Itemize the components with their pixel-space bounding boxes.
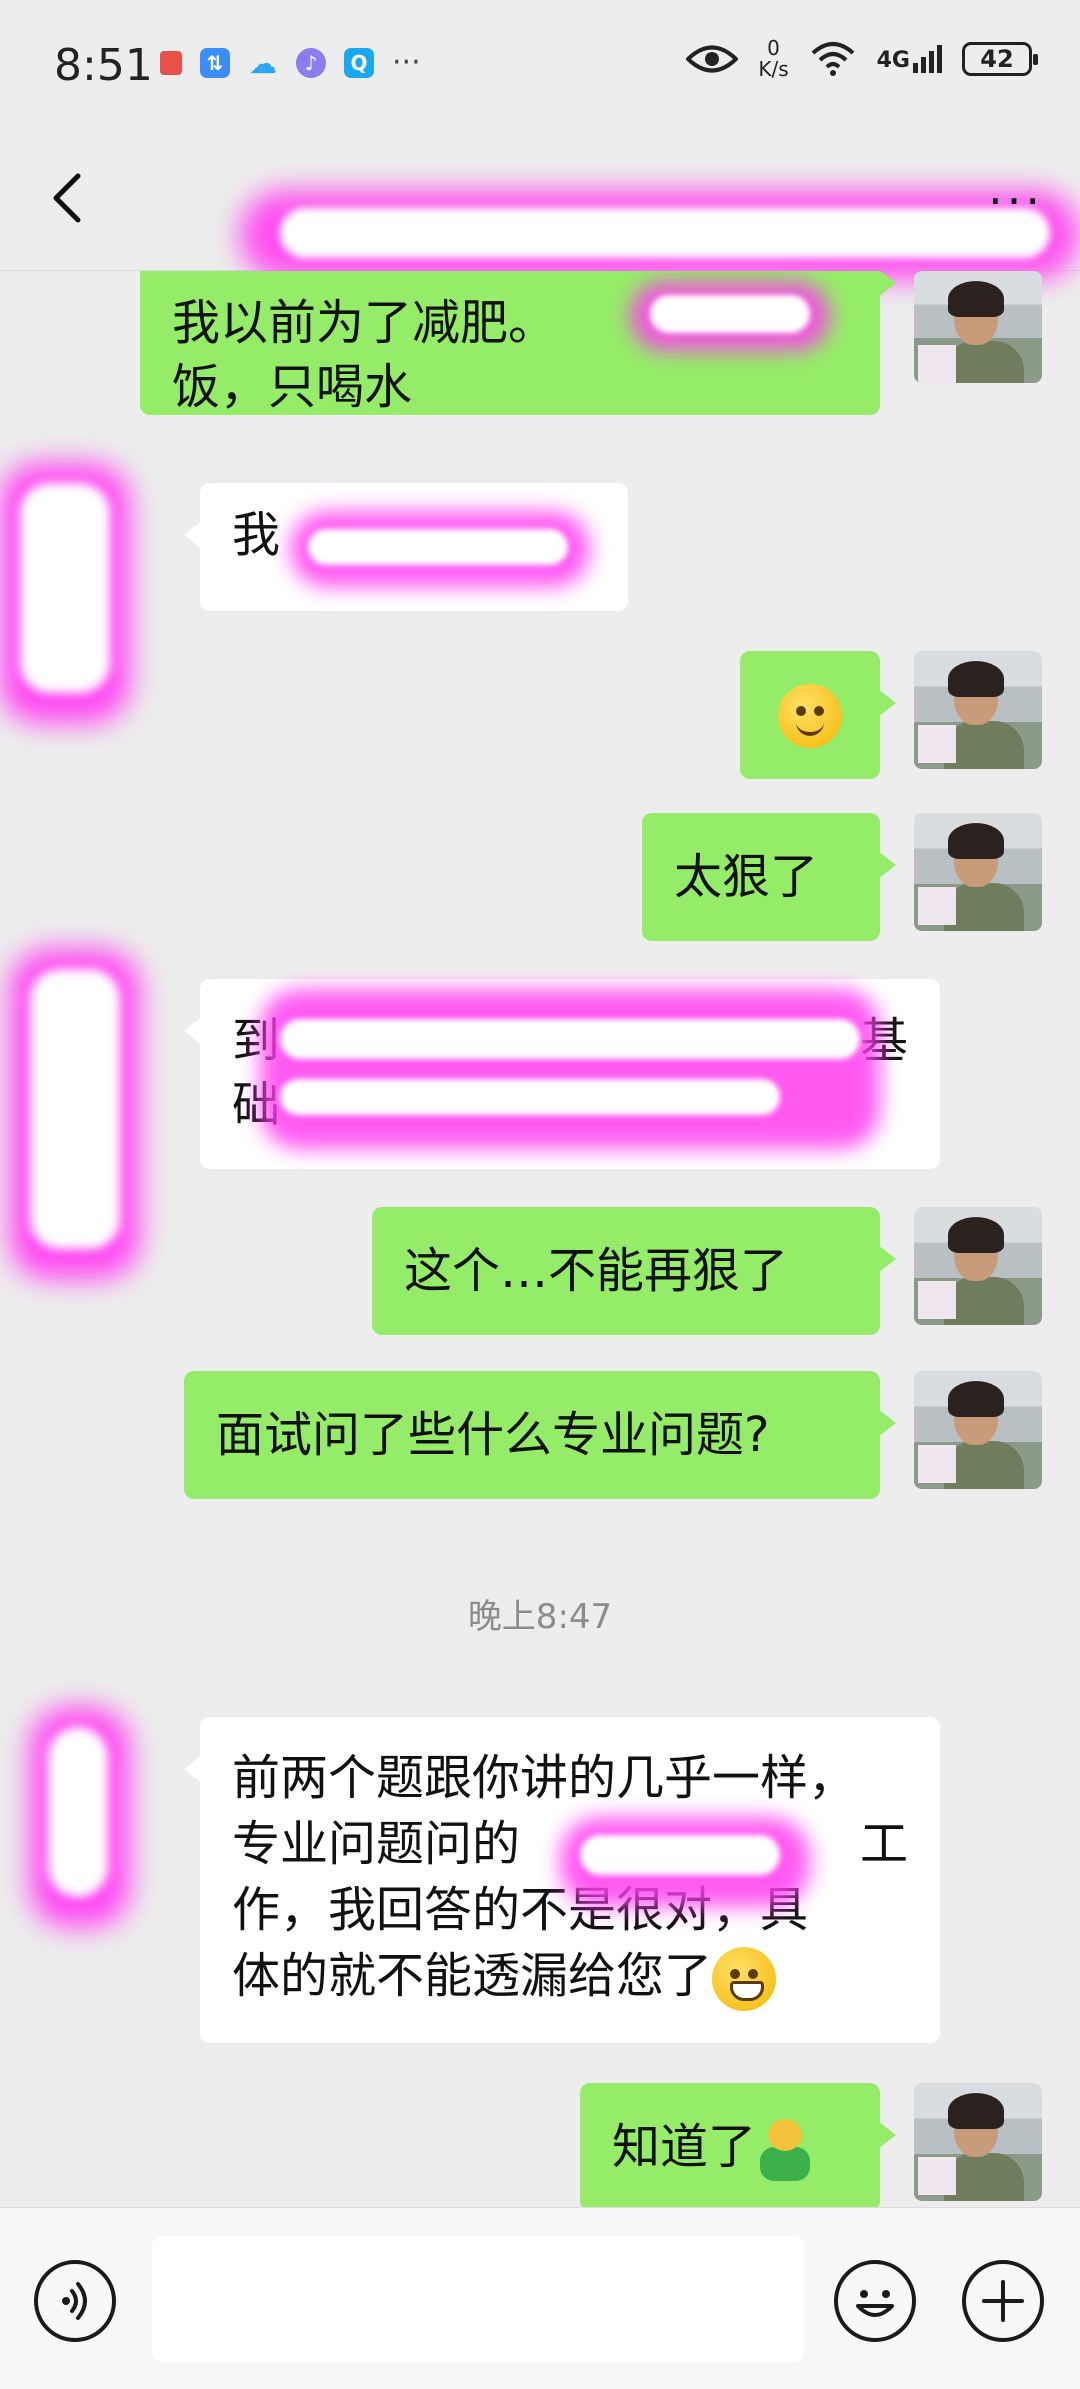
contact-avatar[interactable] xyxy=(30,1707,164,1927)
message-bubble[interactable]: 前两个题跟你讲的几乎一样， 专业问题问的 工 作，我回答的不是很对，具 体的就不… xyxy=(184,1717,940,2043)
redaction-mark-core xyxy=(580,1835,780,1875)
message-bubble[interactable]: 这个…不能再狠了 xyxy=(372,1207,896,1335)
redaction-mark-core xyxy=(308,529,568,565)
battery-icon: 42 xyxy=(962,42,1038,76)
cloud-icon: ☁ xyxy=(249,46,277,80)
message-bubble[interactable]: 面试问了些什么专业问题? xyxy=(184,1371,896,1499)
message-text: 我 xyxy=(232,507,281,563)
message-line-2: 专业问题问的 xyxy=(232,1816,521,1872)
message-row: 我 xyxy=(0,463,1080,723)
message-bubble[interactable] xyxy=(740,651,896,779)
redaction-mark-core xyxy=(650,295,810,333)
eye-icon xyxy=(686,45,739,73)
net-speed: 0 K/s xyxy=(758,38,788,80)
message-text: 面试问了些什么专业问题? xyxy=(216,1407,770,1463)
plus-icon[interactable] xyxy=(962,2260,1044,2342)
more-notifications-icon: ··· xyxy=(392,45,421,80)
redaction-mark xyxy=(260,989,880,1149)
network-type: 4G xyxy=(876,48,910,73)
message-bubble[interactable]: 太狠了 xyxy=(642,813,896,941)
red-app-icon xyxy=(160,51,182,75)
search-app-icon: Q xyxy=(344,48,374,78)
redaction-mark-core xyxy=(48,1727,108,1897)
input-bar xyxy=(0,2207,1080,2389)
more-icon[interactable]: ··· xyxy=(988,174,1044,228)
message-bubble[interactable]: 到 基 础 xyxy=(184,979,940,1169)
message-row: 我以前为了减肥。 饭，只喝水 xyxy=(0,271,1080,421)
message-bubble[interactable]: 我 xyxy=(184,483,628,611)
message-text: 这个…不能再狠了 xyxy=(404,1243,789,1299)
smile-emoji-icon xyxy=(778,684,842,748)
timestamp: 晚上8:47 xyxy=(467,1597,613,1637)
my-avatar[interactable] xyxy=(914,1207,1042,1325)
contact-avatar[interactable] xyxy=(10,949,164,1279)
my-avatar[interactable] xyxy=(914,651,1042,769)
transfer-app-icon: ⇅ xyxy=(200,48,230,78)
message-bubble[interactable]: 我以前为了减肥。 饭，只喝水 xyxy=(140,271,896,415)
message-input[interactable] xyxy=(152,2236,804,2362)
chat-header: ··· xyxy=(0,130,1080,280)
message-line-4: 体的就不能透漏给您了 xyxy=(232,1948,713,2004)
message-row xyxy=(0,651,1080,781)
message-text: 太狠了 xyxy=(674,849,819,905)
message-row: 知道了 xyxy=(0,2083,1080,2207)
signal-icon: 4G xyxy=(877,45,942,73)
status-time: 8:51 xyxy=(54,40,153,91)
message-row: 前两个题跟你讲的几乎一样， 专业问题问的 工 作，我回答的不是很对，具 体的就不… xyxy=(0,1707,1080,2047)
message-row: 面试问了些什么专业问题? xyxy=(0,1371,1080,1501)
message-row: 到 基 础 xyxy=(0,949,1080,1279)
message-line-2-end: 工 xyxy=(859,1816,908,1872)
status-right: 0 K/s 4G 42 xyxy=(686,38,1038,80)
wifi-icon xyxy=(811,42,854,76)
net-speed-unit: K/s xyxy=(758,57,789,81)
message-row: 这个…不能再狠了 xyxy=(0,1207,1080,1337)
grin-emoji-icon xyxy=(712,1947,777,2011)
net-speed-value: 0 xyxy=(767,36,780,60)
my-avatar[interactable] xyxy=(914,2083,1042,2201)
hug-emoji-icon xyxy=(756,2119,814,2181)
voice-icon[interactable] xyxy=(34,2260,116,2342)
chat-title xyxy=(130,170,1080,280)
message-list[interactable]: 我以前为了减肥。 饭，只喝水 我 太狠了 到 基 础 这个…不能再狠了 面试问了… xyxy=(0,271,1080,2207)
message-line-1: 前两个题跟你讲的几乎一样， xyxy=(232,1750,857,1806)
message-row: 太狠了 xyxy=(0,813,1080,943)
redaction-mark-core xyxy=(280,1019,860,1059)
back-icon[interactable] xyxy=(40,168,100,228)
my-avatar[interactable] xyxy=(914,271,1042,383)
message-text-line2: 饭，只喝水 xyxy=(172,359,413,415)
notification-icons: ⇅ ☁ ♪ Q ··· xyxy=(160,45,421,80)
message-bubble[interactable]: 知道了 xyxy=(580,2083,896,2207)
my-avatar[interactable] xyxy=(914,1371,1042,1489)
redaction-mark-core xyxy=(280,1079,780,1115)
my-avatar[interactable] xyxy=(914,813,1042,931)
redaction-mark-core xyxy=(280,208,1050,258)
battery-level: 42 xyxy=(980,45,1014,73)
emoji-icon[interactable] xyxy=(834,2260,916,2342)
contact-avatar[interactable] xyxy=(0,463,164,723)
status-bar: 8:51 ⇅ ☁ ♪ Q ··· 0 K/s 4G 42 xyxy=(0,0,1080,130)
music-icon: ♪ xyxy=(296,48,326,78)
message-text: 知道了 xyxy=(612,2119,757,2175)
